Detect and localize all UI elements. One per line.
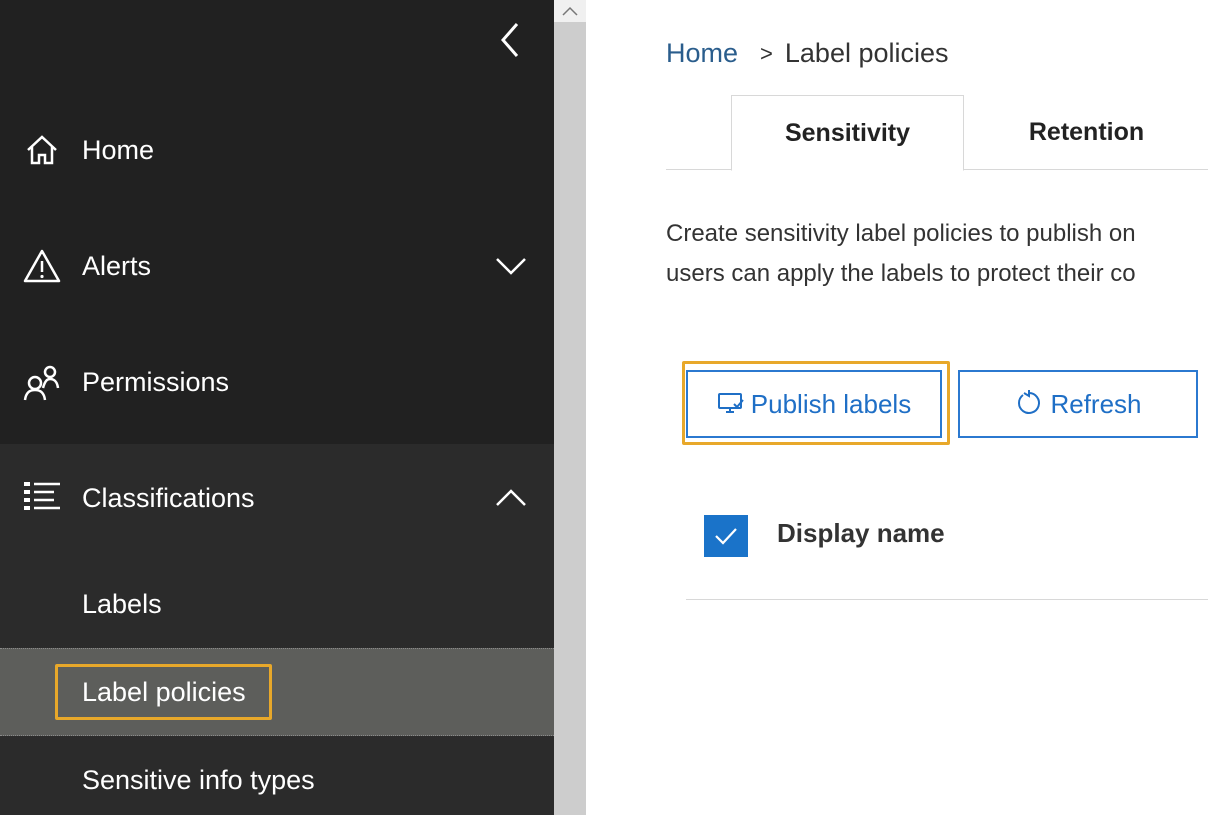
sidebar-item-label: Sensitive info types [82, 764, 315, 795]
select-all-checkbox[interactable] [704, 515, 748, 557]
nav-item-label: Alerts [82, 250, 152, 281]
vertical-scrollbar[interactable] [554, 0, 586, 815]
sidebar-item-label: Labels [82, 588, 162, 619]
chevron-left-icon [501, 23, 519, 57]
breadcrumb-current: Label policies [784, 38, 949, 68]
chevron-up-icon[interactable] [492, 479, 530, 517]
refresh-icon [1014, 389, 1044, 419]
tab-bar: Sensitivity Retention [666, 95, 1208, 171]
tab-retention[interactable]: Retention [964, 95, 1208, 170]
sidebar-item-labels[interactable]: Labels [0, 560, 554, 648]
home-icon [22, 130, 62, 170]
tab-sensitivity[interactable]: Sensitivity [731, 95, 964, 171]
table-header-row: Display name [686, 490, 1208, 600]
sidebar-item-label: Label policies [82, 676, 246, 707]
people-icon [22, 362, 62, 402]
breadcrumb-separator: > [760, 40, 773, 66]
scroll-up-button[interactable] [554, 0, 586, 22]
column-header-display-name[interactable]: Display name [777, 518, 945, 549]
page-description: Create sensitivity label policies to pub… [666, 214, 1208, 294]
nav-item-label: Classifications [82, 482, 255, 513]
nav-item-classifications[interactable]: Classifications [0, 440, 554, 556]
nav-item-home[interactable]: Home [0, 92, 554, 208]
nav-item-alerts[interactable]: Alerts [0, 208, 554, 324]
nav-item-permissions[interactable]: Permissions [0, 324, 554, 440]
description-line: users can apply the labels to protect th… [666, 260, 1136, 287]
sidebar-item-label-policies[interactable]: Label policies [0, 648, 554, 736]
checkmark-icon [715, 528, 737, 545]
warning-icon [22, 246, 62, 286]
publish-labels-button[interactable]: Publish labels [686, 370, 942, 438]
breadcrumb-home-link[interactable]: Home [666, 38, 738, 69]
collapse-sidebar-button[interactable] [490, 18, 530, 62]
breadcrumb: Home > Label policies [666, 38, 949, 69]
nav-item-label: Home [82, 134, 155, 165]
main-content: Home > Label policies Sensitivity Retent… [586, 0, 1208, 815]
sidebar: Home Alerts Permissions Classifications … [0, 0, 554, 815]
publish-labels-label: Publish labels [750, 388, 912, 419]
chevron-down-icon[interactable] [492, 247, 530, 285]
list-icon [22, 478, 62, 518]
refresh-button[interactable]: Refresh [958, 370, 1198, 438]
refresh-label: Refresh [1050, 388, 1142, 419]
sidebar-item-sensitive-info-types[interactable]: Sensitive info types [0, 736, 554, 815]
description-line: Create sensitivity label policies to pub… [666, 220, 1136, 247]
publish-icon [717, 391, 745, 417]
chevron-up-icon [562, 6, 578, 16]
nav-item-label: Permissions [82, 366, 230, 397]
